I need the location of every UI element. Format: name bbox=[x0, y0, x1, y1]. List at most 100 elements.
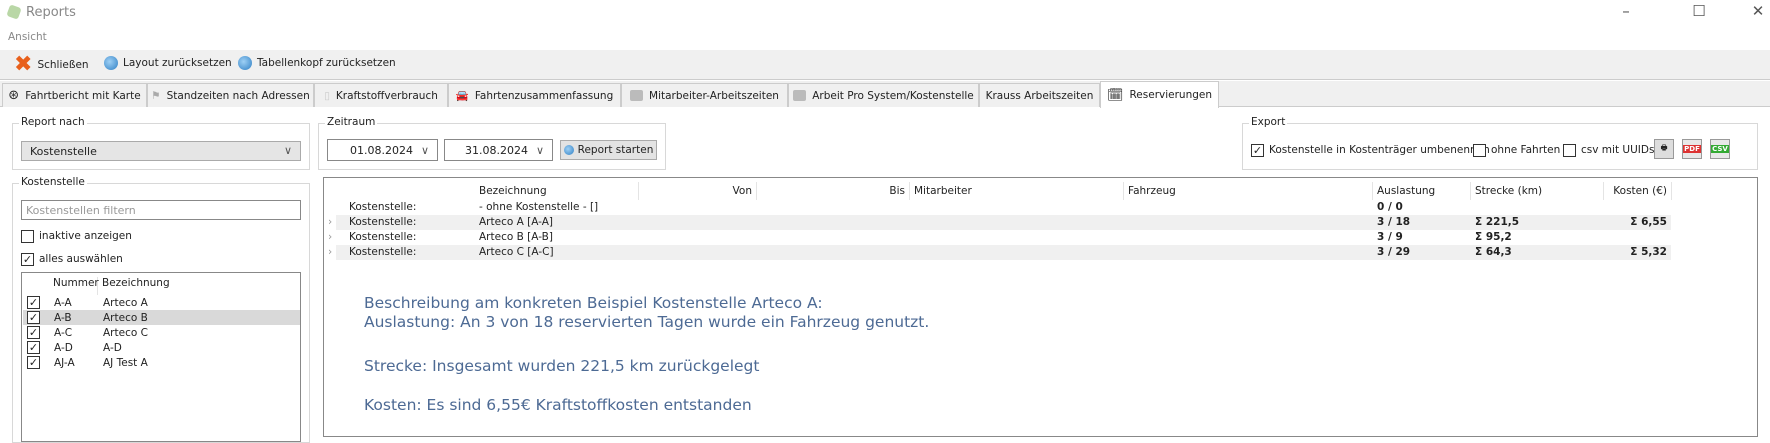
row-number: A-A bbox=[54, 296, 72, 309]
row-checkbox[interactable]: ✓ bbox=[27, 296, 40, 309]
row-distance: Σ 95,2 bbox=[1475, 231, 1512, 243]
list-item[interactable]: ✓ AJ-A AJ Test A bbox=[23, 355, 300, 370]
expand-chevron-icon[interactable]: › bbox=[328, 216, 332, 228]
no-trips-checkbox[interactable] bbox=[1473, 144, 1486, 157]
csv-label: CSV bbox=[1711, 145, 1729, 153]
date-from-value: 01.08.2024 bbox=[350, 143, 413, 157]
tab-arbeit-pro-system[interactable]: Arbeit Pro System/Kostenstelle bbox=[788, 83, 979, 107]
report-by-select[interactable]: Kostenstelle ∨ bbox=[21, 141, 301, 161]
app-icon bbox=[6, 4, 22, 20]
row-name: Arteco A [A-A] bbox=[479, 216, 554, 228]
row-distance: Σ 64,3 bbox=[1475, 246, 1512, 258]
rename-checkbox[interactable]: ✓ bbox=[1251, 144, 1264, 157]
close-x-icon: ✖ bbox=[14, 52, 33, 77]
close-button[interactable]: ✖ Schließen bbox=[14, 52, 89, 77]
list-item[interactable]: ✓ A-D A-D bbox=[23, 340, 300, 355]
chevron-down-icon: ∨ bbox=[283, 144, 292, 157]
minimize-button[interactable]: – bbox=[1611, 2, 1641, 20]
select-all-checkbox[interactable]: ✓ bbox=[21, 253, 34, 266]
cost-center-filter-input[interactable]: Kostenstellen filtern bbox=[21, 200, 301, 220]
column-header-vehicle[interactable]: Fahrzeug bbox=[1124, 182, 1373, 200]
row-checkbox[interactable]: ✓ bbox=[27, 326, 40, 339]
reset-layout-label: Layout zurücksetzen bbox=[123, 57, 232, 69]
row-name: A-D bbox=[103, 341, 122, 354]
row-checkbox[interactable]: ✓ bbox=[27, 356, 40, 369]
close-window-button[interactable]: ✕ bbox=[1743, 2, 1770, 20]
print-icon[interactable]: 🖶 bbox=[1654, 139, 1674, 159]
row-name: Arteco B bbox=[103, 311, 148, 324]
list-item[interactable]: ✓ A-A Arteco A bbox=[23, 295, 300, 310]
row-checkbox[interactable]: ✓ bbox=[27, 311, 40, 324]
tab-fahrtbericht[interactable]: ⊛ Fahrtbericht mit Karte bbox=[2, 83, 147, 107]
export-label: Export bbox=[1249, 116, 1288, 128]
column-header-name[interactable]: Bezeichnung bbox=[475, 182, 639, 200]
expand-chevron-icon[interactable]: › bbox=[328, 231, 332, 243]
row-number: A-D bbox=[54, 341, 73, 354]
column-header-cost[interactable]: Kosten (€) bbox=[1604, 182, 1672, 200]
cost-center-list: Nummer Bezeichnung ✓ A-A Arteco A ✓ A-B Arte… bbox=[21, 272, 301, 442]
column-header-distance[interactable]: Strecke (km) bbox=[1471, 182, 1604, 200]
description-line: Kosten: Es sind 6,55€ Kraftstoffkosten e… bbox=[364, 396, 752, 414]
list-item-selected[interactable]: ✓ A-B Arteco B bbox=[23, 310, 300, 325]
column-header-name[interactable]: Bezeichnung bbox=[102, 277, 170, 289]
column-header-number[interactable]: Nummer bbox=[49, 277, 99, 295]
tab-mitarbeiter[interactable]: Mitarbeiter-Arbeitszeiten bbox=[621, 83, 788, 107]
row-cost: Σ 5,32 bbox=[1630, 246, 1667, 258]
chevron-down-icon: ∨ bbox=[535, 144, 544, 157]
row-name: - ohne Kostenstelle - [] bbox=[479, 201, 599, 213]
list-item[interactable]: ✓ A-C Arteco C bbox=[23, 325, 300, 340]
show-inactive-checkbox[interactable] bbox=[21, 230, 34, 243]
table-row[interactable]: › Kostenstelle: Arteco C [A-C] 3 / 29 Σ … bbox=[328, 245, 1671, 260]
pdf-export-icon[interactable]: PDF bbox=[1682, 139, 1702, 159]
menu-ansicht[interactable]: Ansicht bbox=[8, 31, 47, 43]
date-to-picker[interactable]: 31.08.2024 ∨ bbox=[444, 139, 553, 161]
tab-label: Arbeit Pro System/Kostenstelle bbox=[812, 89, 974, 102]
column-header-from[interactable]: Von bbox=[639, 182, 757, 200]
row-name: AJ Test A bbox=[103, 356, 148, 369]
row-distance: Σ 221,5 bbox=[1475, 216, 1520, 228]
row-name: Arteco B [A-B] bbox=[479, 231, 553, 243]
row-group-label: Kostenstelle: bbox=[349, 201, 417, 213]
report-by-label: Report nach bbox=[19, 116, 87, 128]
id-card-icon bbox=[793, 90, 807, 101]
row-group-label: Kostenstelle: bbox=[349, 231, 417, 243]
csv-export-icon[interactable]: CSV bbox=[1710, 139, 1730, 159]
csv-uuids-label: csv mit UUIDs bbox=[1581, 144, 1655, 156]
tab-fahrtenzusammenfassung[interactable]: 🚘 Fahrtenzusammenfassung bbox=[448, 83, 621, 107]
chevron-down-icon: ∨ bbox=[420, 144, 429, 157]
calendar-check-icon: 🗓 bbox=[1106, 87, 1124, 103]
table-row[interactable]: › Kostenstelle: Arteco B [A-B] 3 / 9 Σ 9… bbox=[328, 230, 1671, 245]
reset-header-label: Tabellenkopf zurücksetzen bbox=[257, 57, 396, 69]
date-to-value: 31.08.2024 bbox=[465, 143, 528, 157]
date-from-picker[interactable]: 01.08.2024 ∨ bbox=[327, 139, 438, 161]
reset-layout-button[interactable]: Layout zurücksetzen bbox=[104, 56, 232, 70]
expand-chevron-icon[interactable]: › bbox=[328, 246, 332, 258]
tab-label: Fahrtenzusammenfassung bbox=[474, 89, 614, 102]
csv-uuids-checkbox[interactable] bbox=[1563, 144, 1576, 157]
table-row[interactable]: Kostenstelle: - ohne Kostenstelle - [] 0… bbox=[336, 200, 1671, 215]
tab-strip: ⊛ Fahrtbericht mit Karte ⚑ Standzeiten nac… bbox=[0, 81, 1770, 108]
column-header-to[interactable]: Bis bbox=[757, 182, 910, 200]
column-header-employee[interactable]: Mitarbeiter bbox=[910, 182, 1124, 200]
start-report-label: Report starten bbox=[577, 144, 654, 156]
maximize-button[interactable]: ☐ bbox=[1684, 2, 1714, 20]
pdf-label: PDF bbox=[1683, 145, 1701, 153]
period-label: Zeitraum bbox=[325, 116, 378, 128]
column-header-utilization[interactable]: Auslastung bbox=[1373, 182, 1471, 200]
tab-kraftstoff[interactable]: ▯ Kraftstoffverbrauch bbox=[314, 83, 448, 107]
tab-standzeiten[interactable]: ⚑ Standzeiten nach Adressen bbox=[147, 83, 314, 107]
rename-label: Kostenstelle in Kostenträger umbenennen bbox=[1269, 144, 1490, 156]
tab-krauss[interactable]: Krauss Arbeitszeiten bbox=[979, 83, 1100, 107]
cost-center-label: Kostenstelle bbox=[19, 176, 87, 188]
window-title: Reports bbox=[26, 5, 76, 20]
table-row[interactable]: › Kostenstelle: Arteco A [A-A] 3 / 18 Σ … bbox=[328, 215, 1671, 230]
start-report-button[interactable]: Report starten bbox=[560, 140, 657, 160]
tab-label: Krauss Arbeitszeiten bbox=[985, 89, 1094, 102]
refresh-icon bbox=[104, 56, 118, 70]
reset-header-button[interactable]: Tabellenkopf zurücksetzen bbox=[238, 56, 396, 70]
row-name: Arteco C bbox=[103, 326, 148, 339]
row-utilization: 3 / 18 bbox=[1377, 216, 1411, 228]
show-inactive-label: inaktive anzeigen bbox=[39, 230, 132, 242]
row-checkbox[interactable]: ✓ bbox=[27, 341, 40, 354]
tab-reservierungen[interactable]: 🗓 Reservierungen bbox=[1100, 81, 1219, 108]
